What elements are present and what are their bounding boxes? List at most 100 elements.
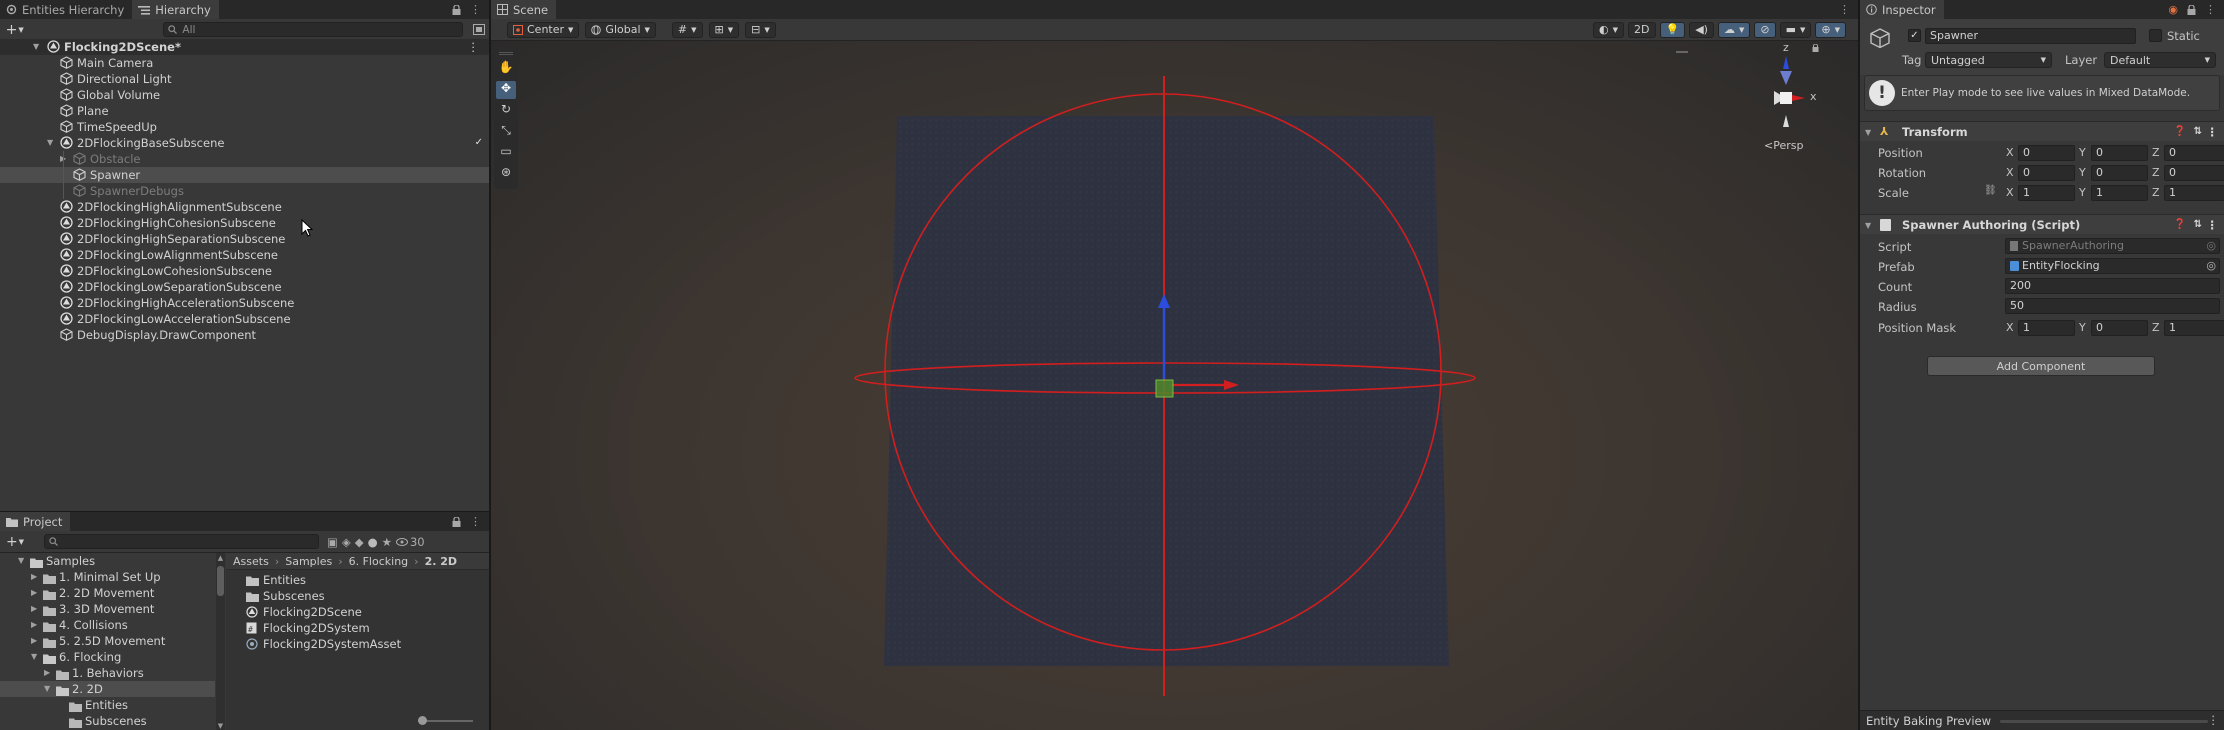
- hierarchy-item[interactable]: Spawner: [0, 167, 489, 183]
- hierarchy-search-input[interactable]: All: [163, 22, 463, 37]
- position-y-field[interactable]: 0: [2091, 145, 2148, 161]
- layer-dropdown[interactable]: Default ▼: [2104, 52, 2216, 68]
- lock-icon[interactable]: [452, 515, 461, 528]
- file-item[interactable]: Flocking2DScene: [226, 604, 489, 620]
- foldout-arrow-icon[interactable]: ▼: [1865, 216, 1871, 236]
- add-component-button[interactable]: Add Component: [1927, 356, 2155, 376]
- checkmark-icon[interactable]: ✓: [475, 135, 483, 151]
- project-tree-item[interactable]: ▶ 5. 2.5D Movement: [0, 633, 215, 649]
- component-menu-icon[interactable]: ⋮: [2207, 215, 2219, 235]
- preset-icon[interactable]: ⇅: [2194, 122, 2202, 142]
- file-item[interactable]: Entities: [226, 572, 489, 588]
- project-tree-item[interactable]: ▼ 2. 2D: [0, 681, 215, 697]
- tab-inspector[interactable]: Inspector: [1860, 0, 1944, 19]
- palette-handle[interactable]: [499, 52, 513, 55]
- hierarchy-item[interactable]: DebugDisplay.DrawComponent: [0, 327, 489, 343]
- debug-mode-icon[interactable]: ◉: [2168, 3, 2178, 16]
- rotation-y-field[interactable]: 0: [2091, 165, 2148, 181]
- gizmos-dropdown[interactable]: ⊕ ▼: [1815, 21, 1846, 38]
- breadcrumb-item[interactable]: 2. 2D: [425, 555, 457, 568]
- breadcrumb-item[interactable]: Samples: [285, 555, 332, 568]
- hidden-objects-toggle[interactable]: ⊘: [1754, 21, 1776, 38]
- hierarchy-item[interactable]: 2DFlockingLowAccelerationSubscene: [0, 311, 489, 327]
- lock-icon[interactable]: [452, 3, 461, 16]
- project-tree-item[interactable]: ▶ 1. Behaviors: [0, 665, 215, 681]
- file-item[interactable]: Subscenes: [226, 588, 489, 604]
- expand-arrow-icon[interactable]: ▼: [33, 39, 39, 55]
- project-tree-item[interactable]: Entities: [0, 697, 215, 713]
- hierarchy-item[interactable]: 2DFlockingLowCohesionSubscene: [0, 263, 489, 279]
- orientation-gizmo[interactable]: z x <Persp: [1748, 41, 1858, 161]
- hierarchy-item[interactable]: TimeSpeedUp: [0, 119, 489, 135]
- scene-canvas[interactable]: [491, 41, 1858, 730]
- file-item[interactable]: Flocking2DSystemAsset: [226, 636, 489, 652]
- tag-dropdown[interactable]: Untagged ▼: [1925, 52, 2052, 68]
- hierarchy-item[interactable]: Global Volume: [0, 87, 489, 103]
- viewport-menu-icon[interactable]: [1676, 51, 1688, 53]
- scale-tool-icon[interactable]: ⤡: [496, 123, 516, 141]
- add-dropdown-icon[interactable]: + ▼: [4, 534, 26, 550]
- mask-y-field[interactable]: 0: [2091, 320, 2148, 336]
- effects-toggle[interactable]: ☁ ▼: [1717, 21, 1751, 38]
- more-icon[interactable]: ⋮: [470, 3, 481, 16]
- hierarchy-item[interactable]: Directional Light: [0, 71, 489, 87]
- slider-handle[interactable]: [418, 716, 427, 725]
- grid-visibility-toggle[interactable]: # ▼: [671, 21, 703, 38]
- scale-x-field[interactable]: 1: [2018, 185, 2075, 201]
- collapse-arrow-icon[interactable]: ▶: [31, 617, 37, 633]
- breadcrumb-item[interactable]: 6. Flocking: [349, 555, 409, 568]
- project-tree-item[interactable]: ▶ 4. Collisions: [0, 617, 215, 633]
- more-icon[interactable]: ⋮: [2205, 3, 2216, 16]
- toggle-2d-button[interactable]: 2D: [1628, 21, 1656, 38]
- hierarchy-item[interactable]: 2DFlockingHighAlignmentSubscene: [0, 199, 489, 215]
- breadcrumb-item[interactable]: Assets: [233, 555, 269, 568]
- expand-arrow-icon[interactable]: ▼: [47, 135, 53, 151]
- expand-arrow-icon[interactable]: ▼: [44, 681, 50, 697]
- file-item[interactable]: # Flocking2DSystem: [226, 620, 489, 636]
- object-name-field[interactable]: Spawner: [1925, 28, 2136, 44]
- lighting-toggle[interactable]: 💡: [1659, 21, 1686, 38]
- favorite-star-icon[interactable]: ★: [382, 535, 392, 549]
- prefab-field[interactable]: EntityFlocking ◎: [2005, 258, 2220, 274]
- rotate-tool-icon[interactable]: ↻: [496, 102, 516, 120]
- hierarchy-item[interactable]: 2DFlockingHighCohesionSubscene: [0, 215, 489, 231]
- scrollbar-thumb[interactable]: [217, 566, 224, 596]
- help-icon[interactable]: ❓: [2174, 215, 2186, 235]
- hierarchy-item[interactable]: ▼ 2DFlockingBaseSubscene ✓: [0, 135, 489, 151]
- add-dropdown-icon[interactable]: + ▼: [4, 22, 25, 38]
- tag-icon[interactable]: ◆: [355, 535, 364, 549]
- collapse-arrow-icon[interactable]: ▶: [31, 601, 37, 617]
- position-x-field[interactable]: 0: [2018, 145, 2075, 161]
- rect-tool-icon[interactable]: ▭: [496, 144, 516, 162]
- scroll-down-arrow-icon[interactable]: ▼: [216, 722, 225, 730]
- scale-z-field[interactable]: 1: [2164, 185, 2224, 201]
- radius-field[interactable]: 50: [2005, 298, 2220, 314]
- hierarchy-item[interactable]: 2DFlockingLowAlignmentSubscene: [0, 247, 489, 263]
- increment-snap-toggle[interactable]: ⊟ ▼: [745, 21, 776, 38]
- hierarchy-item[interactable]: 2DFlockingHighAccelerationSubscene: [0, 295, 489, 311]
- tab-scene[interactable]: Scene: [491, 0, 557, 19]
- hand-tool-icon[interactable]: ✋: [496, 60, 516, 78]
- camera-settings-dropdown[interactable]: ▬ ▼: [1779, 21, 1812, 38]
- scene-visibility-icon[interactable]: [473, 24, 485, 35]
- scroll-up-arrow-icon[interactable]: ▲: [216, 553, 225, 563]
- expand-arrow-icon[interactable]: ▼: [18, 553, 24, 569]
- visibility-count-icon[interactable]: 30: [395, 535, 425, 549]
- hierarchy-item[interactable]: Main Camera: [0, 55, 489, 71]
- hierarchy-item[interactable]: SpawnerDebugs: [0, 183, 489, 199]
- tab-project[interactable]: Project: [0, 512, 71, 531]
- rotation-z-field[interactable]: 0: [2164, 165, 2224, 181]
- grid-snapping-toggle[interactable]: ⊞ ▼: [708, 21, 740, 38]
- project-tree-item[interactable]: ▶ 1. Minimal Set Up: [0, 569, 215, 585]
- hierarchy-item[interactable]: 2DFlockingHighSeparationSubscene: [0, 231, 489, 247]
- expand-arrow-icon[interactable]: ▼: [31, 649, 37, 665]
- help-icon[interactable]: ❓: [2174, 122, 2186, 142]
- collapse-arrow-icon[interactable]: ▶: [31, 569, 37, 585]
- scene-viewport[interactable]: ✋ ✥ ↻ ⤡ ▭ ⊛ z x <Persp: [491, 41, 1858, 730]
- static-checkbox[interactable]: [2149, 29, 2162, 42]
- preset-icon[interactable]: ⇅: [2194, 215, 2202, 235]
- hierarchy-item[interactable]: Plane: [0, 103, 489, 119]
- scene-header-row[interactable]: ▼ Flocking2DScene* ⋮: [0, 39, 489, 55]
- tab-hierarchy[interactable]: Hierarchy: [132, 0, 219, 19]
- more-icon[interactable]: ⋮: [468, 39, 480, 55]
